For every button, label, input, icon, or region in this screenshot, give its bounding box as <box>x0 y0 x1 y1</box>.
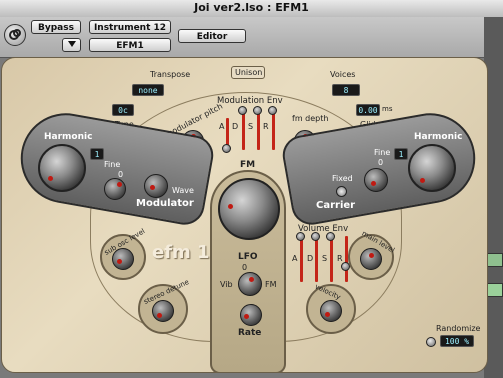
fm-label: FM <box>240 160 256 170</box>
mod-env-d-label: D <box>232 122 239 131</box>
vol-env-decay-slider[interactable] <box>315 236 318 282</box>
link-icon[interactable] <box>4 24 26 46</box>
voices-label: Voices <box>330 70 356 79</box>
lfo-label: LFO <box>238 252 258 262</box>
main-level-knob[interactable] <box>360 248 382 270</box>
mod-env-sustain-slider[interactable] <box>257 110 260 150</box>
rate-knob[interactable] <box>240 304 262 326</box>
left-harmonic-label: Harmonic <box>44 132 93 142</box>
mod-env-attack-handle[interactable] <box>222 144 231 153</box>
mod-env-sustain-handle[interactable] <box>253 106 262 115</box>
lfo-knob[interactable] <box>238 272 262 296</box>
rate-label: Rate <box>238 328 262 338</box>
vol-env-decay-handle[interactable] <box>311 232 320 241</box>
right-harmonic-display[interactable]: 1 <box>394 148 408 160</box>
editor-button[interactable]: Editor <box>178 29 246 43</box>
lfo-value: 0 <box>242 263 248 272</box>
mod-env-a-label: A <box>219 122 225 131</box>
left-fine-label: Fine <box>104 160 121 169</box>
fixed-label: Fixed <box>332 174 353 183</box>
fm-depth-label: fm depth <box>292 114 329 123</box>
right-fine-value: 0 <box>378 158 384 167</box>
wave-label: Wave <box>172 186 194 195</box>
randomize-button[interactable] <box>426 337 436 347</box>
plugin-window: Joi ver2.lso : EFM1 Bypass Instrument 12… <box>0 0 503 378</box>
randomize-label: Randomize <box>436 324 481 333</box>
lfo-fm-label: FM <box>265 280 277 289</box>
sub-osc-knob[interactable] <box>112 248 134 270</box>
left-fine-knob[interactable] <box>104 178 126 200</box>
left-fine-value: 0 <box>118 170 124 179</box>
left-harmonic-knob[interactable] <box>38 144 86 192</box>
mod-env-s-label: S <box>248 122 254 131</box>
right-fine-knob[interactable] <box>364 168 388 192</box>
bypass-button[interactable]: Bypass <box>31 20 81 34</box>
transpose-display[interactable]: none <box>132 84 164 96</box>
mod-env-release-handle[interactable] <box>268 106 277 115</box>
fm-knob[interactable] <box>218 178 280 240</box>
right-harmonic-label: Harmonic <box>414 132 463 142</box>
carrier-label: Carrier <box>316 200 356 211</box>
vol-env-a-label: A <box>292 254 298 263</box>
mod-env-label: Modulation Env <box>217 96 283 106</box>
lfo-vib-label: Vib <box>220 280 233 289</box>
mod-env-decay-handle[interactable] <box>238 106 247 115</box>
wave-knob[interactable] <box>144 174 168 198</box>
glide-unit: ms <box>382 105 393 113</box>
glide-display[interactable]: 0.00 <box>356 104 380 116</box>
efm1-logo: efm 1 <box>152 242 210 263</box>
fixed-toggle[interactable] <box>336 186 347 197</box>
instrument-selector[interactable]: Instrument 12 <box>89 20 171 34</box>
vol-env-sustain-slider[interactable] <box>330 236 333 282</box>
mod-env-decay-slider[interactable] <box>242 110 245 150</box>
left-harmonic-display[interactable]: 1 <box>90 148 104 160</box>
vol-env-sustain-handle[interactable] <box>326 232 335 241</box>
tune-display[interactable]: 0c <box>112 104 134 116</box>
transpose-label: Transpose <box>150 70 191 79</box>
plugin-selector[interactable]: EFM1 <box>89 38 171 52</box>
vol-env-s-label: S <box>322 254 328 263</box>
right-fine-label: Fine <box>374 148 391 157</box>
mod-env-r-label: R <box>263 122 269 131</box>
velocity-knob[interactable] <box>320 300 342 322</box>
modulator-label: Modulator <box>136 198 194 209</box>
randomize-display[interactable]: 100 % <box>440 335 474 347</box>
voices-display[interactable]: 8 <box>332 84 360 96</box>
plugin-toolbar: Bypass Instrument 12 EFM1 Editor <box>0 17 503 58</box>
view-menu-button[interactable] <box>62 38 81 52</box>
vol-env-attack-slider[interactable] <box>300 236 303 282</box>
right-harmonic-knob[interactable] <box>408 144 456 192</box>
window-title: Joi ver2.lso : EFM1 <box>194 1 309 14</box>
vol-env-r-label: R <box>337 254 343 263</box>
efm1-panel: Transpose none 0c Tune Unison Voices 8 0… <box>1 57 488 373</box>
vol-env-d-label: D <box>307 254 314 263</box>
vol-env-attack-handle[interactable] <box>296 232 305 241</box>
title-bar[interactable]: Joi ver2.lso : EFM1 <box>0 0 503 18</box>
vol-env-label: Volume Env <box>298 224 349 234</box>
triangle-down-icon <box>67 41 76 47</box>
stereo-detune-knob[interactable] <box>152 300 174 322</box>
unison-button[interactable]: Unison <box>231 66 265 79</box>
mod-env-release-slider[interactable] <box>272 110 275 150</box>
